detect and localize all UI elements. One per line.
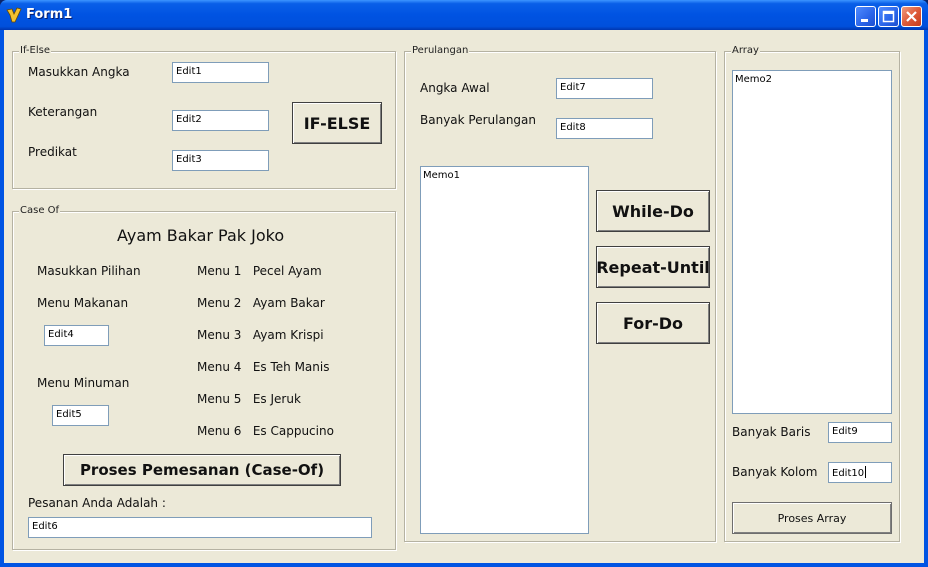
label-angka-awal: Angka Awal — [420, 81, 490, 95]
memo1-textarea[interactable]: Memo1 — [420, 166, 589, 534]
while-do-button[interactable]: While-Do — [596, 190, 710, 232]
edit2-input[interactable]: Edit2 — [172, 110, 269, 131]
label-pesanan: Pesanan Anda Adalah : — [28, 496, 166, 510]
edit9-input[interactable]: Edit9 — [828, 422, 892, 443]
proses-pemesanan-button[interactable]: Proses Pemesanan (Case-Of) — [63, 454, 341, 486]
edit4-input[interactable]: Edit4 — [44, 325, 109, 346]
menu-item-5: Menu 5 Es Jeruk — [197, 392, 301, 406]
window-title: Form1 — [26, 7, 73, 22]
edit8-input[interactable]: Edit8 — [556, 118, 653, 139]
edit5-input[interactable]: Edit5 — [52, 405, 109, 426]
label-menu-makanan: Menu Makanan — [37, 296, 129, 310]
menu-item-1: Menu 1 Pecel Ayam — [197, 264, 322, 278]
array-groupbox: Array Memo2 Banyak Baris Banyak Kolom Ed… — [724, 44, 900, 542]
proses-array-button[interactable]: Proses Array — [732, 502, 892, 534]
label-keterangan: Keterangan — [28, 105, 98, 119]
ifelse-group-caption: If-Else — [19, 44, 51, 58]
menu-item-2: Menu 2 Ayam Bakar — [197, 296, 325, 310]
caseof-group-caption: Case Of — [19, 204, 61, 218]
menu-item-6: Menu 6 Es Cappucino — [197, 424, 334, 438]
delphi-app-icon — [6, 7, 22, 23]
label-menu-minuman: Menu Minuman — [37, 376, 130, 390]
edit6-input[interactable]: Edit6 — [28, 517, 372, 538]
perulangan-groupbox: Perulangan Angka Awal Banyak Perulangan … — [404, 44, 716, 542]
edit10-input[interactable]: Edit10 — [828, 462, 892, 483]
label-banyak-perulangan: Banyak Perulangan — [420, 113, 537, 127]
repeat-until-button[interactable]: Repeat-Until — [596, 246, 710, 288]
maximize-button[interactable] — [878, 6, 899, 27]
edit1-input[interactable]: Edit1 — [172, 62, 269, 83]
close-button[interactable] — [901, 6, 922, 27]
title-bar[interactable]: Form1 — [0, 0, 928, 30]
perulangan-group-caption: Perulangan — [411, 44, 470, 58]
form-window: Form1 If-Else Masukkan Angka Keterangan … — [0, 0, 928, 567]
label-banyak-baris: Banyak Baris — [732, 425, 811, 439]
ifelse-button[interactable]: IF-ELSE — [292, 102, 382, 144]
menu-item-4: Menu 4 Es Teh Manis — [197, 360, 330, 374]
label-masukkan-pilihan: Masukkan Pilihan — [37, 264, 141, 278]
memo2-textarea[interactable]: Memo2 — [732, 70, 892, 414]
minimize-button[interactable] — [855, 6, 876, 27]
ifelse-groupbox: If-Else Masukkan Angka Keterangan Predik… — [12, 44, 396, 189]
label-banyak-kolom: Banyak Kolom — [732, 465, 818, 479]
edit7-input[interactable]: Edit7 — [556, 78, 653, 99]
label-masukkan-angka: Masukkan Angka — [28, 65, 130, 79]
edit10-value: Edit10 — [832, 468, 865, 479]
close-icon — [906, 11, 917, 22]
form-client-area: If-Else Masukkan Angka Keterangan Predik… — [4, 30, 924, 563]
for-do-button[interactable]: For-Do — [596, 302, 710, 344]
array-group-caption: Array — [731, 44, 760, 58]
edit3-input[interactable]: Edit3 — [172, 150, 269, 171]
restaurant-heading: Ayam Bakar Pak Joko — [117, 226, 285, 245]
minimize-icon — [861, 19, 868, 22]
label-predikat: Predikat — [28, 145, 77, 159]
maximize-icon — [882, 10, 895, 23]
menu-item-3: Menu 3 Ayam Krispi — [197, 328, 324, 342]
text-cursor — [865, 466, 867, 478]
caseof-groupbox: Case Of Ayam Bakar Pak Joko Masukkan Pil… — [12, 204, 396, 550]
